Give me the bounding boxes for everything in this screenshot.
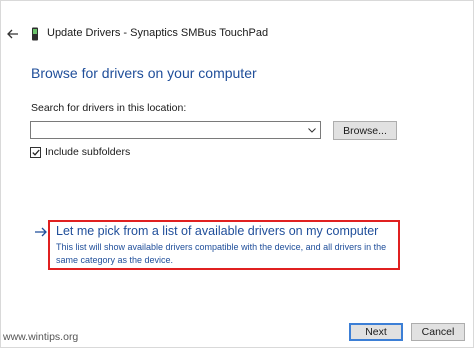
next-button[interactable]: Next	[349, 323, 403, 341]
window-title: Update Drivers - Synaptics SMBus TouchPa…	[47, 27, 269, 39]
chevron-down-icon	[308, 127, 316, 133]
title-bar: Update Drivers - Synaptics SMBus TouchPa…	[1, 1, 474, 53]
back-button[interactable]	[5, 25, 21, 43]
search-location-combobox[interactable]	[30, 121, 321, 139]
page-heading: Browse for drivers on your computer	[31, 65, 257, 81]
checkmark-icon	[31, 149, 40, 156]
back-arrow-icon	[7, 29, 18, 39]
pick-from-list-arrow[interactable]	[33, 223, 49, 241]
include-subfolders-checkbox[interactable]	[30, 146, 41, 158]
browse-button[interactable]: Browse...	[333, 121, 397, 140]
update-drivers-window: Update Drivers - Synaptics SMBus TouchPa…	[0, 0, 474, 348]
right-arrow-icon	[35, 227, 47, 237]
search-location-input[interactable]	[33, 122, 307, 138]
watermark: www.wintips.org	[3, 331, 79, 343]
pick-from-list-description: This list will show available drivers co…	[56, 242, 387, 265]
search-location-label: Search for drivers in this location:	[31, 102, 187, 114]
include-subfolders-option[interactable]: Include subfolders	[30, 146, 130, 158]
dropdown-toggle[interactable]	[306, 124, 318, 136]
touchpad-device-icon	[32, 27, 38, 41]
cancel-button[interactable]: Cancel	[411, 323, 465, 341]
pick-from-list-link[interactable]: Let me pick from a list of available dri…	[56, 224, 378, 238]
include-subfolders-label: Include subfolders	[45, 146, 131, 158]
